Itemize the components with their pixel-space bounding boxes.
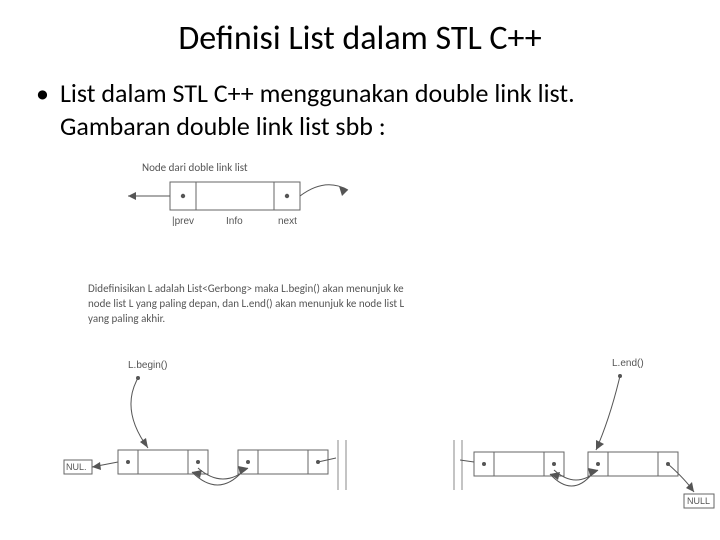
label-info: Info bbox=[226, 216, 243, 227]
label-end: L.end() bbox=[612, 358, 644, 369]
end-diagram: L.end() NULL bbox=[460, 348, 720, 518]
slide-title: Definisi List dalam STL C++ bbox=[0, 0, 720, 59]
label-null-left: NUL. bbox=[66, 462, 87, 472]
label-next: next bbox=[278, 216, 297, 227]
bullet-dot: • bbox=[36, 77, 60, 110]
label-prev: |prev bbox=[172, 216, 194, 227]
definition-text: Didefinisikan L adalah List<Gerbong> mak… bbox=[88, 282, 418, 327]
begin-diagram: L.begin() NUL. bbox=[60, 350, 340, 510]
separator-1 bbox=[336, 440, 356, 500]
bullet-item: • List dalam STL C++ menggunakan double … bbox=[0, 59, 720, 142]
label-null-right: NULL bbox=[687, 496, 710, 506]
bullet-text: List dalam STL C++ menggunakan double li… bbox=[60, 77, 684, 142]
label-begin: L.begin() bbox=[128, 360, 167, 371]
node-diagram: |prev Info next bbox=[100, 172, 360, 242]
